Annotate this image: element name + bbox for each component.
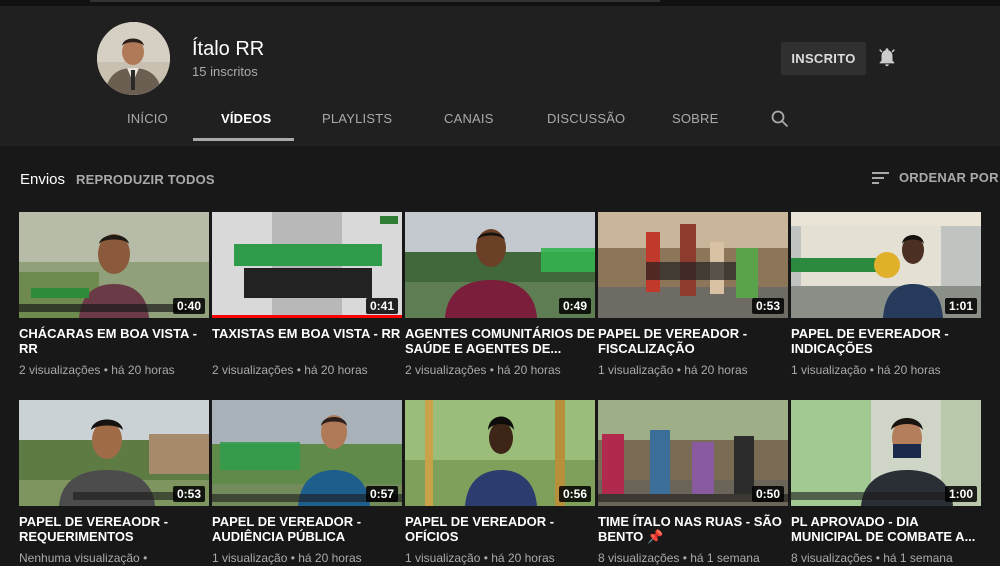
video-duration: 0:50 (751, 486, 784, 502)
video-meta: 1 visualização • há 20 horas (598, 363, 748, 377)
video-meta: 1 visualização • há 20 horas (212, 551, 362, 565)
video-card[interactable]: 1:00 PL APROVADO - DIA MUNICIPAL DE COMB… (791, 400, 981, 565)
active-tab-indicator (193, 138, 294, 141)
sort-by-button[interactable]: ORDENAR POR (899, 170, 999, 185)
video-title[interactable]: PAPEL DE VEREADOR - AUDIÊNCIA PÚBLICA (212, 514, 402, 544)
channel-avatar[interactable] (97, 22, 170, 95)
video-duration: 0:53 (751, 298, 784, 314)
video-title[interactable]: TIME ÍTALO NAS RUAS - SÃO BENTO 📌 (598, 514, 788, 544)
video-meta: 2 visualizações • há 20 horas (19, 363, 175, 377)
video-duration: 1:01 (944, 298, 977, 314)
video-thumbnail[interactable]: 0:53 (598, 212, 788, 318)
top-bar (90, 0, 660, 2)
video-thumbnail[interactable]: 0:49 (405, 212, 595, 318)
video-duration: 0:53 (172, 486, 205, 502)
video-card[interactable]: 0:57 PAPEL DE VEREADOR - AUDIÊNCIA PÚBLI… (212, 400, 402, 565)
channel-tabs: INÍCIO VÍDEOS PLAYLISTS CANAIS DISCUSSÃO… (0, 100, 1000, 140)
sort-icon[interactable] (872, 171, 890, 185)
notification-bell-icon[interactable] (876, 46, 898, 68)
video-card[interactable]: 0:53 PAPEL DE VEREAODR - REQUERIMENTOS N… (19, 400, 209, 565)
play-all-button[interactable]: REPRODUZIR TODOS (76, 172, 215, 187)
video-duration: 1:00 (944, 486, 977, 502)
watch-progress (212, 315, 402, 318)
video-duration: 0:56 (558, 486, 591, 502)
video-thumbnail[interactable]: 1:01 (791, 212, 981, 318)
video-card[interactable]: 0:49 AGENTES COMUNITÁRIOS DE SAÚDE E AGE… (405, 212, 595, 377)
tab-sobre[interactable]: SOBRE (672, 111, 719, 126)
video-meta: 8 visualizações • há 1 semana (598, 551, 760, 565)
channel-name: Ítalo RR (192, 38, 265, 60)
video-title-text: TIME ÍTALO NAS RUAS - SÃO BENTO (598, 514, 782, 544)
video-title[interactable]: PAPEL DE VEREADOR - OFÍCIOS (405, 514, 595, 544)
tab-canais[interactable]: CANAIS (444, 111, 494, 126)
video-meta: 2 visualizações • há 20 horas (405, 363, 561, 377)
video-thumbnail[interactable]: 0:40 (19, 212, 209, 318)
video-title[interactable]: PL APROVADO - DIA MUNICIPAL DE COMBATE A… (791, 514, 981, 544)
video-thumbnail[interactable]: 0:50 (598, 400, 788, 506)
tab-discussao[interactable]: DISCUSSÃO (547, 111, 625, 126)
video-card[interactable]: 0:41 TAXISTAS EM BOA VISTA - RR 2 visual… (212, 212, 402, 377)
video-meta: Nenhuma visualização • (19, 551, 148, 565)
video-duration: 0:41 (365, 298, 398, 314)
video-card[interactable]: 0:56 PAPEL DE VEREADOR - OFÍCIOS 1 visua… (405, 400, 595, 565)
video-title[interactable]: CHÁCARAS EM BOA VISTA - RR (19, 326, 209, 356)
video-title[interactable]: TAXISTAS EM BOA VISTA - RR (212, 326, 402, 356)
video-duration: 0:49 (558, 298, 591, 314)
video-thumbnail[interactable]: 0:41 (212, 212, 402, 318)
video-thumbnail[interactable]: 0:57 (212, 400, 402, 506)
video-card[interactable]: 0:53 PAPEL DE VEREADOR - FISCALIZAÇÃO 1 … (598, 212, 788, 377)
tab-inicio[interactable]: INÍCIO (127, 111, 168, 126)
video-thumbnail[interactable]: 1:00 (791, 400, 981, 506)
video-meta: 1 visualização • há 20 horas (405, 551, 555, 565)
video-duration: 0:40 (172, 298, 205, 314)
pin-icon: 📌 (647, 529, 664, 544)
video-card[interactable]: 0:40 CHÁCARAS EM BOA VISTA - RR 2 visual… (19, 212, 209, 377)
video-title[interactable]: PAPEL DE EVEREADOR - INDICAÇÕES (791, 326, 981, 356)
uploads-title: Envios (20, 171, 66, 188)
subscriber-count: 15 inscritos (192, 64, 258, 79)
video-meta: 2 visualizações • há 20 horas (212, 363, 368, 377)
video-card[interactable]: 0:50 TIME ÍTALO NAS RUAS - SÃO BENTO 📌 8 … (598, 400, 788, 565)
subscribed-button[interactable]: INSCRITO (781, 42, 866, 75)
tab-videos[interactable]: VÍDEOS (221, 111, 271, 126)
video-thumbnail[interactable]: 0:56 (405, 400, 595, 506)
video-title[interactable]: PAPEL DE VEREADOR - FISCALIZAÇÃO (598, 326, 788, 356)
video-title[interactable]: AGENTES COMUNITÁRIOS DE SAÚDE E AGENTES … (405, 326, 595, 356)
video-meta: 8 visualizações • há 1 semana (791, 551, 953, 565)
video-thumbnail[interactable]: 0:53 (19, 400, 209, 506)
video-card[interactable]: 1:01 PAPEL DE EVEREADOR - INDICAÇÕES 1 v… (791, 212, 981, 377)
search-icon[interactable] (771, 110, 789, 128)
video-title[interactable]: PAPEL DE VEREAODR - REQUERIMENTOS (19, 514, 209, 544)
video-duration: 0:57 (365, 486, 398, 502)
tab-playlists[interactable]: PLAYLISTS (322, 111, 392, 126)
video-meta: 1 visualização • há 20 horas (791, 363, 941, 377)
